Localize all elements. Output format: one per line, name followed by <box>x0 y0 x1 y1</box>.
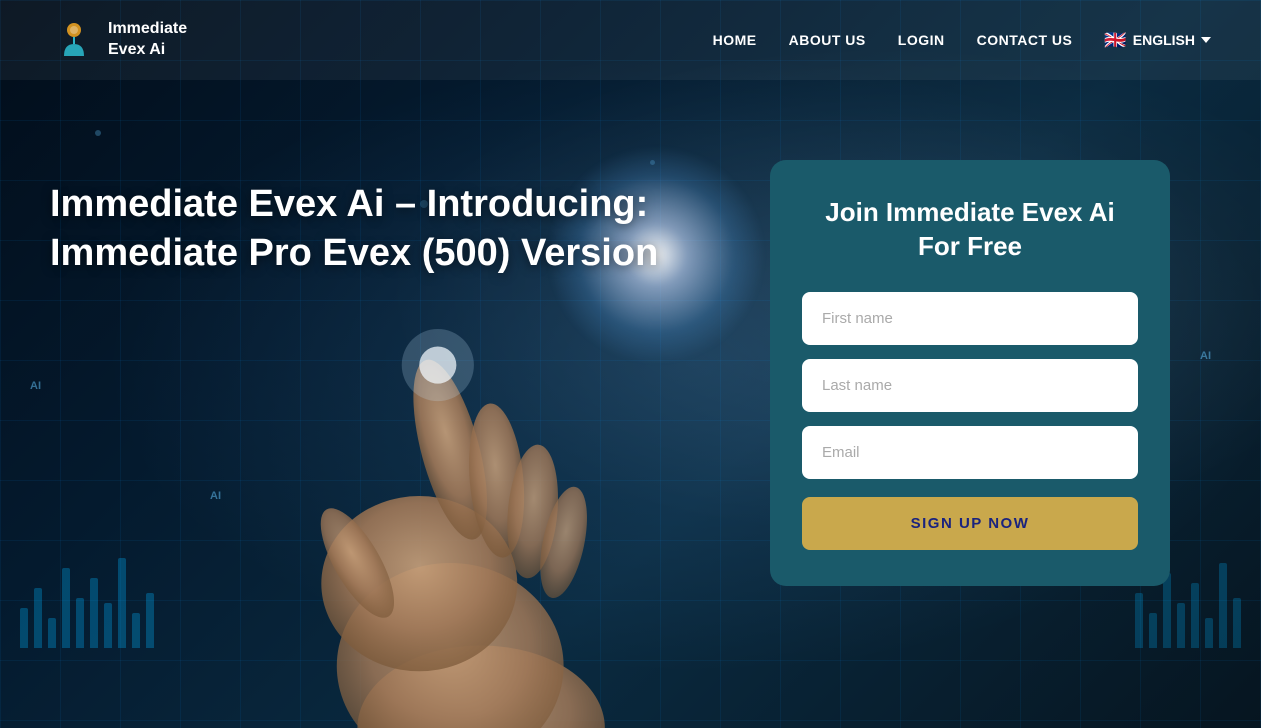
nav-contact[interactable]: CONTACT US <box>977 32 1073 48</box>
nav-links: HOME ABOUT US LOGIN CONTACT US 🇬🇧 ENGLIS… <box>713 30 1211 51</box>
language-label: ENGLISH <box>1133 32 1195 48</box>
signup-button[interactable]: SIGN UP NOW <box>802 497 1138 550</box>
first-name-input[interactable] <box>802 292 1138 345</box>
chevron-down-icon <box>1201 37 1211 43</box>
logo-icon <box>50 16 98 64</box>
hero-title: Immediate Evex Ai – Introducing: Immedia… <box>50 180 730 279</box>
language-selector[interactable]: 🇬🇧 ENGLISH <box>1104 30 1211 51</box>
nav-login[interactable]: LOGIN <box>898 32 945 48</box>
hero-section: Immediate Evex Ai – Introducing: Immedia… <box>0 80 1261 626</box>
registration-form-panel: Join Immediate Evex Ai For Free SIGN UP … <box>770 160 1170 586</box>
flag-icon: 🇬🇧 <box>1104 30 1126 51</box>
hero-text-block: Immediate Evex Ai – Introducing: Immedia… <box>50 160 730 279</box>
logo-text: Immediate Evex Ai <box>108 19 187 61</box>
form-title: Join Immediate Evex Ai For Free <box>802 196 1138 264</box>
logo-line2: Evex Ai <box>108 41 165 58</box>
logo-line1: Immediate <box>108 20 187 37</box>
nav-home[interactable]: HOME <box>713 32 757 48</box>
nav-about[interactable]: ABOUT US <box>789 32 866 48</box>
navbar: Immediate Evex Ai HOME ABOUT US LOGIN CO… <box>0 0 1261 80</box>
logo[interactable]: Immediate Evex Ai <box>50 16 187 64</box>
last-name-input[interactable] <box>802 359 1138 412</box>
email-input[interactable] <box>802 426 1138 479</box>
